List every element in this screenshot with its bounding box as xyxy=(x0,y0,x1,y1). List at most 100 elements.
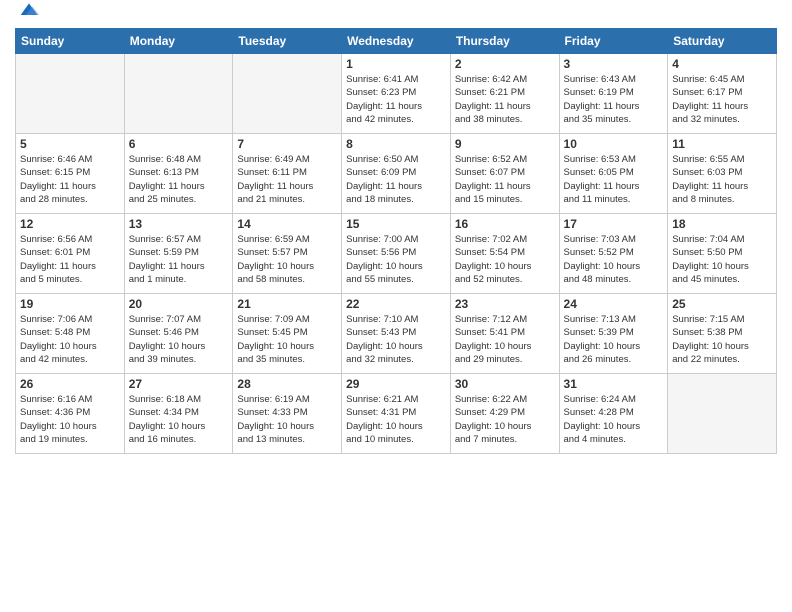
day-number: 7 xyxy=(237,137,337,151)
day-cell: 18 Sunrise: 7:04 AMSunset: 5:50 PMDayligh… xyxy=(668,214,777,294)
day-number: 15 xyxy=(346,217,446,231)
day-number: 23 xyxy=(455,297,555,311)
calendar: SundayMondayTuesdayWednesdayThursdayFrid… xyxy=(15,28,777,454)
day-number: 18 xyxy=(672,217,772,231)
day-info: Sunrise: 7:03 AMSunset: 5:52 PMDaylight:… xyxy=(564,233,664,286)
day-info: Sunrise: 6:48 AMSunset: 6:13 PMDaylight:… xyxy=(129,153,229,206)
day-cell: 19 Sunrise: 7:06 AMSunset: 5:48 PMDayligh… xyxy=(16,294,125,374)
day-number: 21 xyxy=(237,297,337,311)
day-cell: 3 Sunrise: 6:43 AMSunset: 6:19 PMDaylight… xyxy=(559,54,668,134)
day-cell: 4Sunrise: 6:45 AMSunset: 6:17 PMDaylight… xyxy=(668,54,777,134)
day-info: Sunrise: 6:55 AMSunset: 6:03 PMDaylight:… xyxy=(672,153,772,206)
day-info: Sunrise: 6:21 AMSunset: 4:31 PMDaylight:… xyxy=(346,393,446,446)
day-number: 13 xyxy=(129,217,229,231)
logo xyxy=(15,10,39,20)
day-info: Sunrise: 6:18 AMSunset: 4:34 PMDaylight:… xyxy=(129,393,229,446)
day-info: Sunrise: 6:22 AMSunset: 4:29 PMDaylight:… xyxy=(455,393,555,446)
day-info: Sunrise: 6:57 AMSunset: 5:59 PMDaylight:… xyxy=(129,233,229,286)
day-cell: 15 Sunrise: 7:00 AMSunset: 5:56 PMDayligh… xyxy=(342,214,451,294)
week-row-2: 12Sunrise: 6:56 AMSunset: 6:01 PMDayligh… xyxy=(16,214,777,294)
day-number: 30 xyxy=(455,377,555,391)
day-info: Sunrise: 6:53 AMSunset: 6:05 PMDaylight:… xyxy=(564,153,664,206)
day-number: 20 xyxy=(129,297,229,311)
day-cell: 13 Sunrise: 6:57 AMSunset: 5:59 PMDayligh… xyxy=(124,214,233,294)
day-number: 2 xyxy=(455,57,555,71)
day-number: 24 xyxy=(564,297,664,311)
day-info: Sunrise: 7:07 AMSunset: 5:46 PMDaylight:… xyxy=(129,313,229,366)
week-row-4: 26 Sunrise: 6:16 AMSunset: 4:36 PMDayligh… xyxy=(16,374,777,454)
page: SundayMondayTuesdayWednesdayThursdayFrid… xyxy=(0,0,792,612)
day-cell xyxy=(233,54,342,134)
day-cell: 20 Sunrise: 7:07 AMSunset: 5:46 PMDayligh… xyxy=(124,294,233,374)
day-info: Sunrise: 7:15 AMSunset: 5:38 PMDaylight:… xyxy=(672,313,772,366)
weekday-header-tuesday: Tuesday xyxy=(233,29,342,54)
day-cell: 2 Sunrise: 6:42 AMSunset: 6:21 PMDaylight… xyxy=(450,54,559,134)
weekday-header-friday: Friday xyxy=(559,29,668,54)
day-cell: 12Sunrise: 6:56 AMSunset: 6:01 PMDayligh… xyxy=(16,214,125,294)
day-info: Sunrise: 6:43 AMSunset: 6:19 PMDaylight:… xyxy=(564,73,664,126)
day-number: 29 xyxy=(346,377,446,391)
day-cell: 5Sunrise: 6:46 AMSunset: 6:15 PMDaylight… xyxy=(16,134,125,214)
day-cell: 16Sunrise: 7:02 AMSunset: 5:54 PMDayligh… xyxy=(450,214,559,294)
weekday-header-wednesday: Wednesday xyxy=(342,29,451,54)
day-info: Sunrise: 7:13 AMSunset: 5:39 PMDaylight:… xyxy=(564,313,664,366)
day-cell: 17 Sunrise: 7:03 AMSunset: 5:52 PMDayligh… xyxy=(559,214,668,294)
logo-text xyxy=(15,10,39,20)
week-row-3: 19 Sunrise: 7:06 AMSunset: 5:48 PMDayligh… xyxy=(16,294,777,374)
day-cell xyxy=(124,54,233,134)
day-number: 8 xyxy=(346,137,446,151)
day-number: 22 xyxy=(346,297,446,311)
day-number: 28 xyxy=(237,377,337,391)
day-info: Sunrise: 6:42 AMSunset: 6:21 PMDaylight:… xyxy=(455,73,555,126)
day-number: 25 xyxy=(672,297,772,311)
weekday-header-thursday: Thursday xyxy=(450,29,559,54)
day-number: 1 xyxy=(346,57,446,71)
day-cell: 11Sunrise: 6:55 AMSunset: 6:03 PMDayligh… xyxy=(668,134,777,214)
day-number: 10 xyxy=(564,137,664,151)
day-number: 3 xyxy=(564,57,664,71)
day-info: Sunrise: 6:52 AMSunset: 6:07 PMDaylight:… xyxy=(455,153,555,206)
day-cell: 24 Sunrise: 7:13 AMSunset: 5:39 PMDayligh… xyxy=(559,294,668,374)
day-info: Sunrise: 6:19 AMSunset: 4:33 PMDaylight:… xyxy=(237,393,337,446)
day-cell: 21 Sunrise: 7:09 AMSunset: 5:45 PMDayligh… xyxy=(233,294,342,374)
day-cell: 10 Sunrise: 6:53 AMSunset: 6:05 PMDayligh… xyxy=(559,134,668,214)
day-cell: 8Sunrise: 6:50 AMSunset: 6:09 PMDaylight… xyxy=(342,134,451,214)
day-cell: 7Sunrise: 6:49 AMSunset: 6:11 PMDaylight… xyxy=(233,134,342,214)
day-number: 16 xyxy=(455,217,555,231)
day-info: Sunrise: 6:56 AMSunset: 6:01 PMDaylight:… xyxy=(20,233,120,286)
logo-icon xyxy=(19,0,39,20)
day-info: Sunrise: 6:46 AMSunset: 6:15 PMDaylight:… xyxy=(20,153,120,206)
day-cell xyxy=(16,54,125,134)
day-cell: 14 Sunrise: 6:59 AMSunset: 5:57 PMDayligh… xyxy=(233,214,342,294)
day-number: 19 xyxy=(20,297,120,311)
day-info: Sunrise: 6:16 AMSunset: 4:36 PMDaylight:… xyxy=(20,393,120,446)
day-cell: 22 Sunrise: 7:10 AMSunset: 5:43 PMDayligh… xyxy=(342,294,451,374)
weekday-header-sunday: Sunday xyxy=(16,29,125,54)
weekday-header-row: SundayMondayTuesdayWednesdayThursdayFrid… xyxy=(16,29,777,54)
day-cell: 28 Sunrise: 6:19 AMSunset: 4:33 PMDayligh… xyxy=(233,374,342,454)
day-info: Sunrise: 7:12 AMSunset: 5:41 PMDaylight:… xyxy=(455,313,555,366)
day-info: Sunrise: 7:00 AMSunset: 5:56 PMDaylight:… xyxy=(346,233,446,286)
day-cell xyxy=(668,374,777,454)
day-number: 14 xyxy=(237,217,337,231)
day-cell: 29 Sunrise: 6:21 AMSunset: 4:31 PMDayligh… xyxy=(342,374,451,454)
day-cell: 25 Sunrise: 7:15 AMSunset: 5:38 PMDayligh… xyxy=(668,294,777,374)
day-info: Sunrise: 7:04 AMSunset: 5:50 PMDaylight:… xyxy=(672,233,772,286)
day-cell: 27Sunrise: 6:18 AMSunset: 4:34 PMDayligh… xyxy=(124,374,233,454)
day-info: Sunrise: 7:10 AMSunset: 5:43 PMDaylight:… xyxy=(346,313,446,366)
week-row-0: 1 Sunrise: 6:41 AMSunset: 6:23 PMDaylight… xyxy=(16,54,777,134)
day-info: Sunrise: 6:59 AMSunset: 5:57 PMDaylight:… xyxy=(237,233,337,286)
day-number: 6 xyxy=(129,137,229,151)
day-info: Sunrise: 7:06 AMSunset: 5:48 PMDaylight:… xyxy=(20,313,120,366)
day-info: Sunrise: 6:41 AMSunset: 6:23 PMDaylight:… xyxy=(346,73,446,126)
day-number: 26 xyxy=(20,377,120,391)
day-cell: 23 Sunrise: 7:12 AMSunset: 5:41 PMDayligh… xyxy=(450,294,559,374)
day-cell: 9 Sunrise: 6:52 AMSunset: 6:07 PMDaylight… xyxy=(450,134,559,214)
weekday-header-monday: Monday xyxy=(124,29,233,54)
day-number: 9 xyxy=(455,137,555,151)
day-number: 17 xyxy=(564,217,664,231)
day-info: Sunrise: 7:09 AMSunset: 5:45 PMDaylight:… xyxy=(237,313,337,366)
day-cell: 6 Sunrise: 6:48 AMSunset: 6:13 PMDaylight… xyxy=(124,134,233,214)
day-cell: 31Sunrise: 6:24 AMSunset: 4:28 PMDayligh… xyxy=(559,374,668,454)
day-info: Sunrise: 6:24 AMSunset: 4:28 PMDaylight:… xyxy=(564,393,664,446)
